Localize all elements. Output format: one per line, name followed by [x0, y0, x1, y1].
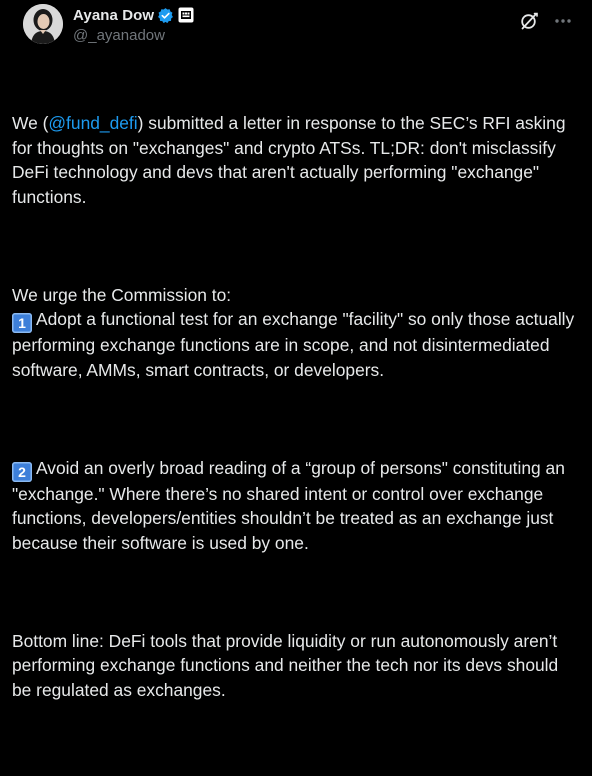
post-paragraph-bottom-line: Bottom line: DeFi tools that provide liq…: [12, 630, 564, 700]
author-handle[interactable]: @_ayanadow: [73, 26, 194, 46]
keycap-2-icon: 2: [12, 461, 32, 482]
post: Ayana Dow @_ayanadow We (@fund_defi) sub…: [0, 0, 592, 700]
post-text: We (@fund_defi) submitted a letter in re…: [12, 62, 580, 776]
avatar[interactable]: [23, 4, 63, 44]
verified-badge-icon[interactable]: [157, 7, 174, 24]
avatar-photo: [23, 4, 63, 44]
name-row: Ayana Dow: [73, 5, 194, 25]
affiliation-badge-icon[interactable]: [178, 7, 194, 23]
keycap-1-icon: 1: [12, 313, 32, 333]
post-paragraph-list: We urge the Commission to: 1 Adopt a funct…: [12, 283, 580, 383]
grok-icon[interactable]: [512, 4, 546, 38]
header-actions: [512, 4, 580, 38]
mention-link[interactable]: @fund_defi: [48, 113, 137, 133]
list-item-2: Avoid an overly broad reading of a “grou…: [12, 457, 570, 553]
author-block: Ayana Dow @_ayanadow: [73, 5, 194, 46]
list-lead: We urge the Commission to:: [12, 284, 232, 305]
intro-before: We (: [12, 113, 49, 133]
post-paragraph-intro: We (@fund_defi) submitted a letter in re…: [12, 111, 580, 209]
list-item-1: Adopt a functional test for an exchange …: [12, 309, 580, 380]
author-display-name[interactable]: Ayana Dow: [73, 7, 154, 24]
post-header: Ayana Dow @_ayanadow: [12, 0, 580, 56]
post-paragraph-item-2: 2 Avoid an overly broad reading of a “gro…: [12, 456, 580, 556]
more-options-icon[interactable]: [546, 4, 580, 38]
